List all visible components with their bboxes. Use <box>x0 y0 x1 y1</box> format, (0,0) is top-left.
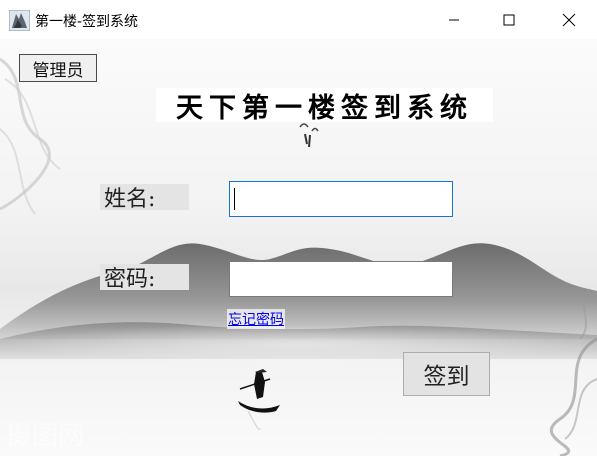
password-label: 密码: <box>100 264 189 292</box>
name-input[interactable] <box>229 181 453 217</box>
signin-button[interactable]: 签到 <box>403 352 490 396</box>
minimize-button[interactable] <box>426 0 481 39</box>
password-input[interactable] <box>229 261 453 297</box>
window-title: 第一楼-签到系统 <box>35 14 139 30</box>
name-label: 姓名: <box>100 184 189 212</box>
client-area: 摄图网 管理员 天下第一楼签到系统 姓名: 密码: 忘记密码 签到 <box>0 39 597 456</box>
close-icon <box>562 13 575 26</box>
app-window: 第一楼-签到系统 摄图网 管理员 天下第一楼签到系统 姓名: 密码: 忘记密码 … <box>0 0 597 456</box>
title-bar[interactable]: 第一楼-签到系统 <box>0 0 597 39</box>
text-caret <box>234 188 235 210</box>
svg-text:摄图网: 摄图网 <box>6 421 84 451</box>
forgot-password-link[interactable]: 忘记密码 <box>227 309 285 329</box>
minimize-icon <box>448 19 459 20</box>
app-painting-icon <box>9 10 30 31</box>
maximize-icon <box>503 14 514 25</box>
maximize-button[interactable] <box>481 0 536 39</box>
admin-button[interactable]: 管理员 <box>19 54 97 82</box>
page-title: 天下第一楼签到系统 <box>156 88 493 124</box>
close-button[interactable] <box>541 0 596 39</box>
